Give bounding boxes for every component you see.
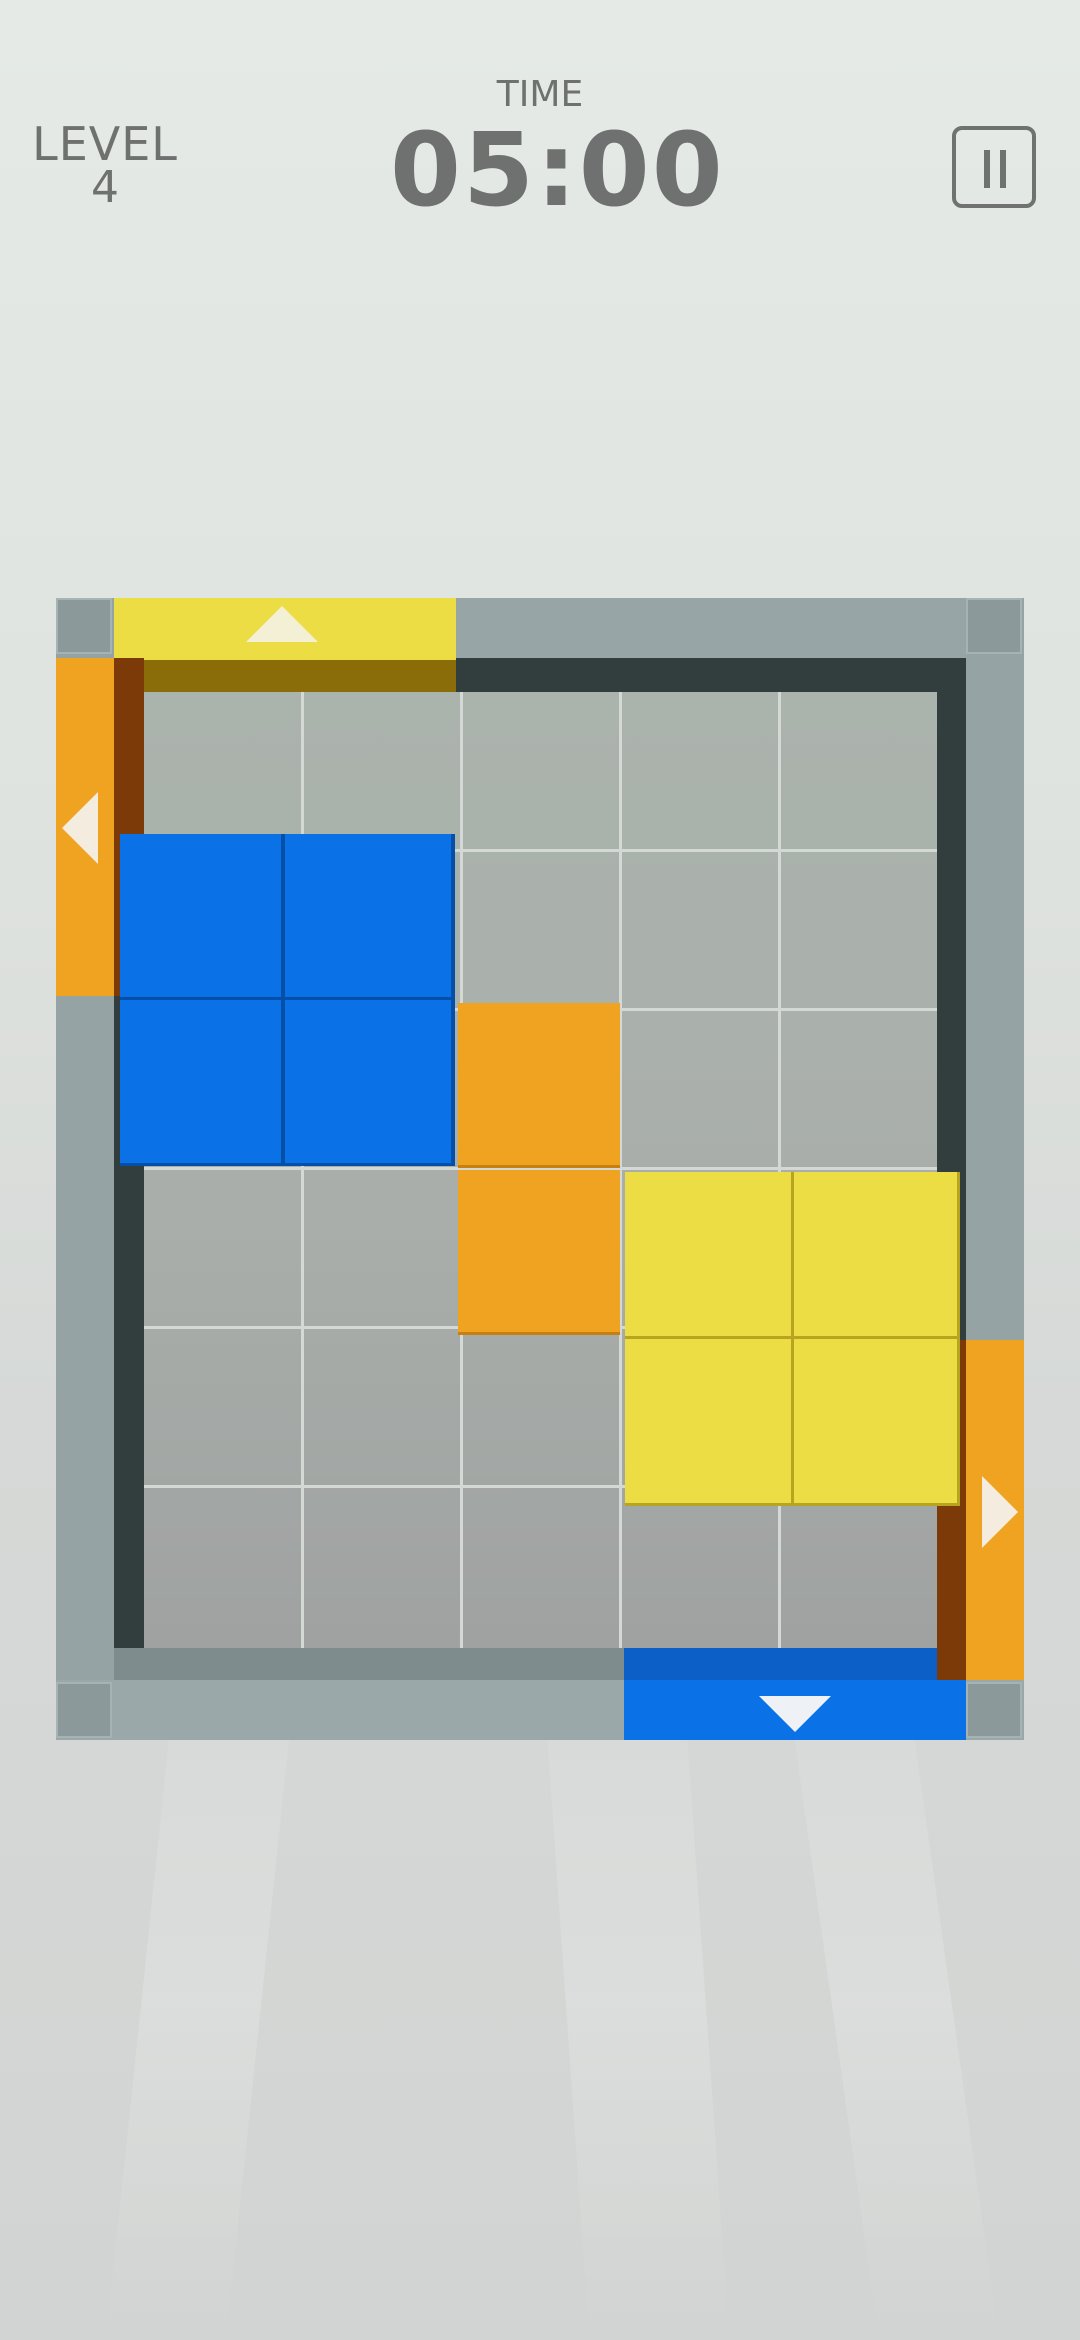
exit-bottom-side: [624, 1648, 937, 1680]
board-corner: [56, 1682, 112, 1738]
blue-block-cell[interactable]: [120, 1000, 285, 1166]
yellow-block-cell[interactable]: [794, 1172, 960, 1339]
orange-block-cell[interactable]: [458, 1170, 620, 1335]
right-arrow-icon: [982, 1476, 1018, 1548]
board-corner: [56, 598, 112, 654]
yellow-block-cell[interactable]: [625, 1339, 794, 1506]
board-corner: [966, 1682, 1022, 1738]
exit-top-side: [114, 660, 456, 692]
board-corner: [966, 598, 1022, 654]
up-arrow-icon: [246, 606, 318, 642]
blue-block-cell[interactable]: [285, 1000, 455, 1166]
left-arrow-icon: [62, 792, 98, 864]
blue-block-cell[interactable]: [120, 834, 285, 1000]
orange-block-cell[interactable]: [458, 1003, 620, 1168]
yellow-block-cell[interactable]: [794, 1339, 960, 1506]
blue-block-cell[interactable]: [285, 834, 455, 1000]
down-arrow-icon: [759, 1696, 831, 1732]
yellow-block-cell[interactable]: [625, 1172, 794, 1339]
puzzle-board: [0, 0, 1080, 2340]
